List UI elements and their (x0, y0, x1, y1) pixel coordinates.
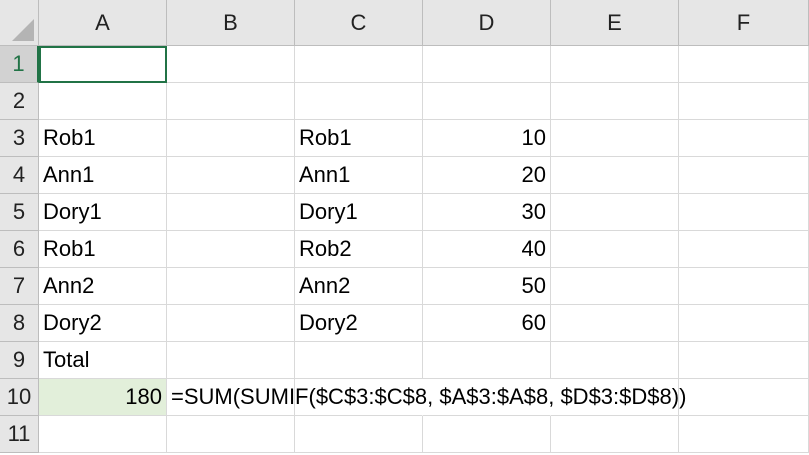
cell-a2[interactable] (39, 83, 167, 120)
row-header-5[interactable]: 5 (0, 194, 39, 231)
select-all-button[interactable] (0, 0, 39, 46)
cell-a10[interactable]: 180 (39, 379, 167, 416)
cell-f1[interactable] (679, 46, 809, 83)
formula-text: =SUM(SUMIF($C$3:$C$8, $A$3:$A$8, $D$3:$D… (171, 384, 687, 409)
row-header-1[interactable]: 1 (0, 46, 39, 83)
cell-e3[interactable] (551, 120, 679, 157)
row-header-11[interactable]: 11 (0, 416, 39, 453)
cell-b11[interactable] (167, 416, 295, 453)
cell-e6[interactable] (551, 231, 679, 268)
cell-d11[interactable] (423, 416, 551, 453)
cell-a6[interactable]: Rob1 (39, 231, 167, 268)
cell-b8[interactable] (167, 305, 295, 342)
cell-e4[interactable] (551, 157, 679, 194)
column-header-d[interactable]: D (423, 0, 551, 46)
cell-d5[interactable]: 30 (423, 194, 551, 231)
cell-b5[interactable] (167, 194, 295, 231)
cell-e2[interactable] (551, 83, 679, 120)
cell-f11[interactable] (679, 416, 809, 453)
cell-c8[interactable]: Dory2 (295, 305, 423, 342)
cell-c5[interactable]: Dory1 (295, 194, 423, 231)
row-header-2[interactable]: 2 (0, 83, 39, 120)
cell-c2[interactable] (295, 83, 423, 120)
column-header-e[interactable]: E (551, 0, 679, 46)
cell-d2[interactable] (423, 83, 551, 120)
cell-d7[interactable]: 50 (423, 268, 551, 305)
cell-a11[interactable] (39, 416, 167, 453)
column-header-a[interactable]: A (39, 0, 167, 46)
cell-f9[interactable] (679, 342, 809, 379)
cell-d4[interactable]: 20 (423, 157, 551, 194)
cell-e7[interactable] (551, 268, 679, 305)
column-header-c[interactable]: C (295, 0, 423, 46)
cell-c3[interactable]: Rob1 (295, 120, 423, 157)
cell-b2[interactable] (167, 83, 295, 120)
cell-e5[interactable] (551, 194, 679, 231)
cell-f7[interactable] (679, 268, 809, 305)
cell-a5[interactable]: Dory1 (39, 194, 167, 231)
select-all-triangle-icon (12, 19, 34, 41)
cell-d6[interactable]: 40 (423, 231, 551, 268)
cell-a9[interactable]: Total (39, 342, 167, 379)
cell-c6[interactable]: Rob2 (295, 231, 423, 268)
cell-f4[interactable] (679, 157, 809, 194)
column-header-b[interactable]: B (167, 0, 295, 46)
cell-f3[interactable] (679, 120, 809, 157)
row-header-3[interactable]: 3 (0, 120, 39, 157)
cell-b9[interactable] (167, 342, 295, 379)
cell-a8[interactable]: Dory2 (39, 305, 167, 342)
cell-b10-formula-text[interactable]: =SUM(SUMIF($C$3:$C$8, $A$3:$A$8, $D$3:$D… (167, 379, 686, 416)
cell-a3[interactable]: Rob1 (39, 120, 167, 157)
cell-c1[interactable] (295, 46, 423, 83)
cell-c9[interactable] (295, 342, 423, 379)
cell-b7[interactable] (167, 268, 295, 305)
cell-d3[interactable]: 10 (423, 120, 551, 157)
row-header-7[interactable]: 7 (0, 268, 39, 305)
cell-b6[interactable] (167, 231, 295, 268)
cell-f2[interactable] (679, 83, 809, 120)
cell-a1[interactable] (39, 46, 167, 83)
row-header-4[interactable]: 4 (0, 157, 39, 194)
cell-f8[interactable] (679, 305, 809, 342)
cell-e1[interactable] (551, 46, 679, 83)
cell-b3[interactable] (167, 120, 295, 157)
cell-c4[interactable]: Ann1 (295, 157, 423, 194)
cell-c7[interactable]: Ann2 (295, 268, 423, 305)
cell-d1[interactable] (423, 46, 551, 83)
row-header-10[interactable]: 10 (0, 379, 39, 416)
cell-b1[interactable] (167, 46, 295, 83)
cell-d9[interactable] (423, 342, 551, 379)
row-header-6[interactable]: 6 (0, 231, 39, 268)
cell-f10[interactable] (679, 379, 809, 416)
cell-e9[interactable] (551, 342, 679, 379)
column-header-f[interactable]: F (679, 0, 809, 46)
cell-a7[interactable]: Ann2 (39, 268, 167, 305)
cell-a4[interactable]: Ann1 (39, 157, 167, 194)
cell-b4[interactable] (167, 157, 295, 194)
row-header-8[interactable]: 8 (0, 305, 39, 342)
cell-c11[interactable] (295, 416, 423, 453)
spreadsheet-grid: A B C D E F 1 2 3 Rob1 Rob1 10 4 Ann1 An… (0, 0, 809, 455)
row-header-9[interactable]: 9 (0, 342, 39, 379)
cell-e11[interactable] (551, 416, 679, 453)
cell-d8[interactable]: 60 (423, 305, 551, 342)
cell-e8[interactable] (551, 305, 679, 342)
cell-f6[interactable] (679, 231, 809, 268)
cell-f5[interactable] (679, 194, 809, 231)
